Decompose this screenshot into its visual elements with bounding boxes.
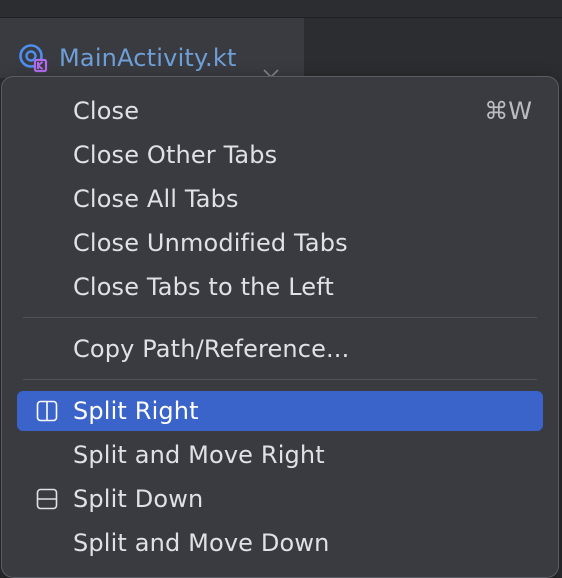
menu-item-split-down[interactable]: Split Down: [17, 479, 543, 519]
menu-separator: [23, 379, 537, 380]
menu-item-close-unmodified-tabs[interactable]: Close Unmodified Tabs: [17, 223, 543, 263]
menu-item-label: Close Tabs to the Left: [73, 273, 334, 301]
menu-item-close-tabs-to-the-left[interactable]: Close Tabs to the Left: [17, 267, 543, 307]
split-horizontal-icon: [36, 488, 58, 510]
split-vertical-icon: [36, 400, 58, 422]
tab-context-menu: Close ⌘W Close Other Tabs Close All Tabs…: [1, 76, 559, 578]
menu-item-label: Split and Move Right: [73, 441, 325, 469]
menu-item-label: Close: [73, 97, 140, 125]
menu-item-label: Split Down: [73, 485, 204, 513]
menu-item-split-and-move-right[interactable]: Split and Move Right: [17, 435, 543, 475]
menu-item-close[interactable]: Close ⌘W: [17, 91, 543, 131]
editor-tab-strip: MainActivity.kt: [0, 18, 562, 85]
editor-tab[interactable]: MainActivity.kt: [0, 18, 304, 85]
menu-item-close-all-tabs[interactable]: Close All Tabs: [17, 179, 543, 219]
menu-item-label: Split Right: [73, 397, 199, 425]
menu-item-close-other-tabs[interactable]: Close Other Tabs: [17, 135, 543, 175]
menu-item-shortcut: ⌘W: [484, 97, 532, 125]
menu-separator: [23, 317, 537, 318]
menu-item-label: Close Other Tabs: [73, 141, 278, 169]
menu-item-label: Copy Path/Reference...: [73, 335, 350, 363]
menu-item-label: Close All Tabs: [73, 185, 239, 213]
menu-item-split-right[interactable]: Split Right: [17, 391, 543, 431]
window-top-bar: [0, 0, 562, 18]
menu-item-label: Split and Move Down: [73, 529, 330, 557]
menu-item-copy-path-reference[interactable]: Copy Path/Reference...: [17, 329, 543, 369]
tab-title: MainActivity.kt: [59, 44, 237, 72]
menu-item-label: Close Unmodified Tabs: [73, 229, 348, 257]
menu-item-split-and-move-down[interactable]: Split and Move Down: [17, 523, 543, 563]
kotlin-activity-icon: [18, 43, 50, 75]
